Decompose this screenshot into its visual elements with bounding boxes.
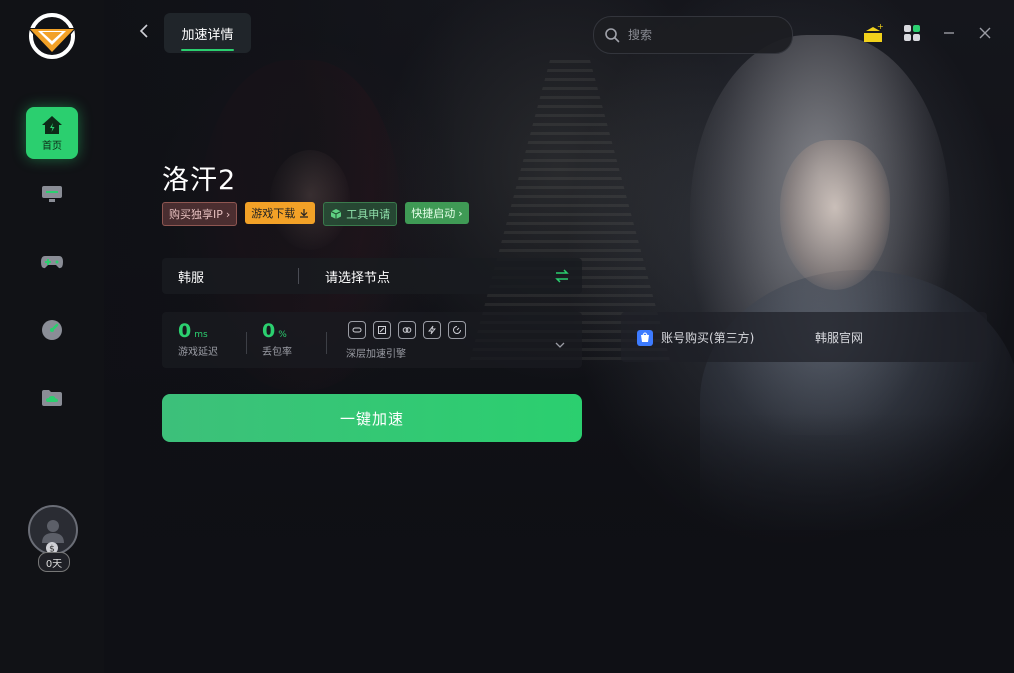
latency-unit: ms — [194, 330, 208, 340]
accelerate-label: 一键加速 — [339, 409, 404, 428]
gamepad-icon — [41, 256, 63, 269]
chevron-right-icon: › — [225, 207, 231, 221]
sidebar-item-cloud[interactable] — [26, 372, 78, 424]
monitor-icon — [42, 186, 62, 202]
back-button[interactable] — [136, 22, 152, 44]
cloud-folder-icon — [42, 390, 62, 406]
speedometer-icon — [42, 320, 62, 340]
one-click-accelerate-button[interactable]: 一键加速 — [162, 394, 582, 442]
minimize-icon — [944, 32, 954, 34]
buy-dedicated-ip-button[interactable]: 购买独享IP › — [162, 202, 238, 226]
game-download-button[interactable]: 游戏下载 — [245, 202, 316, 224]
sign-in-bonus-button[interactable]: +1 — [862, 22, 884, 44]
latency-label: 游戏延迟 — [178, 347, 218, 358]
switch-node-button[interactable] — [542, 269, 582, 283]
tools-label: 工具申请 — [346, 208, 391, 221]
gift-plus-one-icon: +1 — [864, 22, 884, 42]
window-icon[interactable] — [373, 321, 391, 339]
buy-ip-label: 购买独享IP — [169, 208, 223, 221]
refresh-gauge-icon[interactable] — [448, 321, 466, 339]
search-box[interactable] — [593, 16, 793, 54]
network-icon[interactable] — [398, 321, 416, 339]
tab-active-indicator — [181, 49, 234, 51]
membership-days: 0天 — [38, 552, 70, 572]
latency-value: 0 — [178, 320, 192, 342]
apps-grid-icon — [904, 25, 920, 41]
swap-arrows-icon — [555, 269, 569, 283]
loss-value: 0 — [262, 320, 276, 342]
account-purchase-label: 账号购买(第三方) — [661, 331, 755, 345]
lightning-icon[interactable] — [423, 321, 441, 339]
server-node-selector: 韩服 请选择节点 — [162, 258, 582, 294]
sidebar: 首页 $ 0天 — [0, 0, 104, 673]
shop-bag-icon — [637, 329, 653, 346]
loss-unit: % — [278, 330, 287, 340]
loss-label: 丢包率 — [262, 347, 292, 358]
search-icon — [605, 28, 620, 43]
download-icon — [300, 209, 309, 218]
stats-panel: 0 ms 游戏延迟 0% 丢包率 深层加速引擎 — [162, 312, 582, 368]
user-profile[interactable]: $ 0天 — [24, 505, 82, 575]
minimize-button[interactable] — [938, 22, 960, 44]
packet-loss-stat: 0% 丢包率 — [262, 320, 292, 358]
sidebar-item-label: 首页 — [42, 140, 62, 152]
divider — [326, 332, 327, 354]
game-title: 洛汗2 — [162, 165, 237, 196]
account-purchase-link[interactable]: 账号购买(第三方) — [637, 329, 754, 346]
download-label: 游戏下载 — [251, 207, 296, 220]
official-site-link[interactable]: 韩服官网 — [815, 329, 863, 346]
tab-label: 加速详情 — [181, 27, 234, 43]
quick-start-button[interactable]: 快捷启动 › — [405, 202, 469, 224]
apps-button[interactable] — [901, 22, 923, 44]
user-icon — [42, 520, 64, 543]
engine-features — [348, 321, 466, 339]
sidebar-item-games[interactable] — [26, 236, 78, 288]
divider — [246, 332, 247, 354]
quick-links-panel: 账号购买(第三方) 韩服官网 — [621, 312, 987, 362]
link-icon[interactable] — [348, 321, 366, 339]
game-tags: 购买独享IP › 游戏下载 工具申请 快捷启动 › — [162, 202, 469, 226]
engine-label: 深层加速引擎 — [346, 349, 406, 360]
chevron-down-icon — [555, 342, 565, 348]
sidebar-item-monitor[interactable] — [26, 168, 78, 220]
home-icon — [42, 115, 62, 134]
app-logo[interactable] — [24, 12, 80, 60]
close-button[interactable] — [974, 22, 996, 44]
close-icon — [979, 27, 991, 39]
quick-start-label: 快捷启动 — [411, 207, 456, 220]
chevron-right-icon: › — [458, 206, 463, 220]
tool-application-button[interactable]: 工具申请 — [323, 202, 398, 226]
latency-stat: 0 ms 游戏延迟 — [178, 320, 218, 358]
tab-accelerate-details[interactable]: 加速详情 — [164, 13, 251, 53]
node-select[interactable]: 请选择节点 — [299, 267, 542, 286]
region-select[interactable]: 韩服 — [162, 267, 298, 286]
sidebar-item-speed[interactable] — [26, 304, 78, 356]
cube-icon — [331, 209, 342, 219]
chevron-left-icon — [139, 24, 148, 38]
svg-text:+1: +1 — [877, 22, 884, 31]
search-input[interactable] — [626, 27, 780, 43]
sidebar-item-home[interactable]: 首页 — [26, 107, 78, 159]
expand-stats-button[interactable] — [554, 334, 566, 353]
